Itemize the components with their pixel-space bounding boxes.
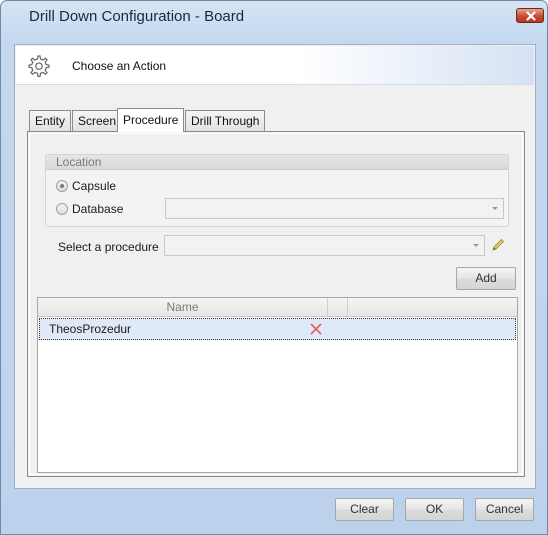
window-title: Drill Down Configuration - Board — [29, 8, 245, 25]
banner-title: Choose an Action — [72, 59, 167, 73]
header-banner: Choose an Action — [16, 46, 534, 85]
ok-button[interactable]: OK — [405, 498, 464, 521]
column-header-name[interactable]: Name — [38, 298, 328, 317]
gear-icon — [28, 55, 50, 78]
capsule-label[interactable]: Capsule — [72, 179, 116, 193]
procedure-name: TheosProzedur — [49, 322, 132, 336]
procedure-tab-panel: Location Capsule Database Select a proce… — [27, 131, 525, 477]
tab-label: Entity — [35, 114, 66, 128]
dialog-body: Choose an Action Entity Screen Procedure… — [14, 44, 536, 489]
chevron-down-icon — [473, 244, 479, 247]
table-row[interactable]: TheosProzedur — [39, 318, 516, 340]
delete-icon[interactable] — [310, 323, 322, 335]
clear-button[interactable]: Clear — [335, 498, 394, 521]
tab-procedure[interactable]: Procedure — [117, 108, 185, 132]
location-header: Location — [46, 155, 508, 170]
grid-header: Name — [38, 298, 517, 317]
chevron-down-icon — [492, 207, 498, 210]
close-icon — [526, 11, 536, 21]
panel-content: Location Capsule Database Select a proce… — [29, 133, 523, 475]
tab-screen[interactable]: Screen — [72, 110, 123, 131]
add-button[interactable]: Add — [456, 267, 516, 290]
dialog-window: Drill Down Configuration - Board Choose … — [0, 0, 548, 535]
database-label[interactable]: Database — [72, 202, 123, 216]
radio-selected-dot — [60, 184, 64, 188]
tab-label: Screen — [78, 114, 117, 128]
tab-drill-through[interactable]: Drill Through — [185, 110, 266, 131]
tab-label: Procedure — [123, 113, 179, 127]
tab-entity[interactable]: Entity — [29, 110, 72, 131]
location-group: Location Capsule Database — [45, 154, 509, 227]
tab-label: Drill Through — [191, 114, 260, 128]
capsule-radio[interactable] — [56, 180, 68, 192]
procedure-dropdown[interactable] — [164, 235, 485, 256]
database-dropdown[interactable] — [165, 198, 504, 219]
procedure-label: Select a procedure — [58, 240, 159, 254]
procedures-grid: Name TheosProzedur — [37, 297, 518, 473]
cancel-button[interactable]: Cancel — [475, 498, 534, 521]
column-divider — [347, 298, 348, 317]
close-button[interactable] — [516, 8, 544, 23]
pencil-icon[interactable] — [490, 237, 506, 253]
database-radio[interactable] — [56, 203, 68, 215]
title-bar[interactable]: Drill Down Configuration - Board — [1, 1, 547, 33]
